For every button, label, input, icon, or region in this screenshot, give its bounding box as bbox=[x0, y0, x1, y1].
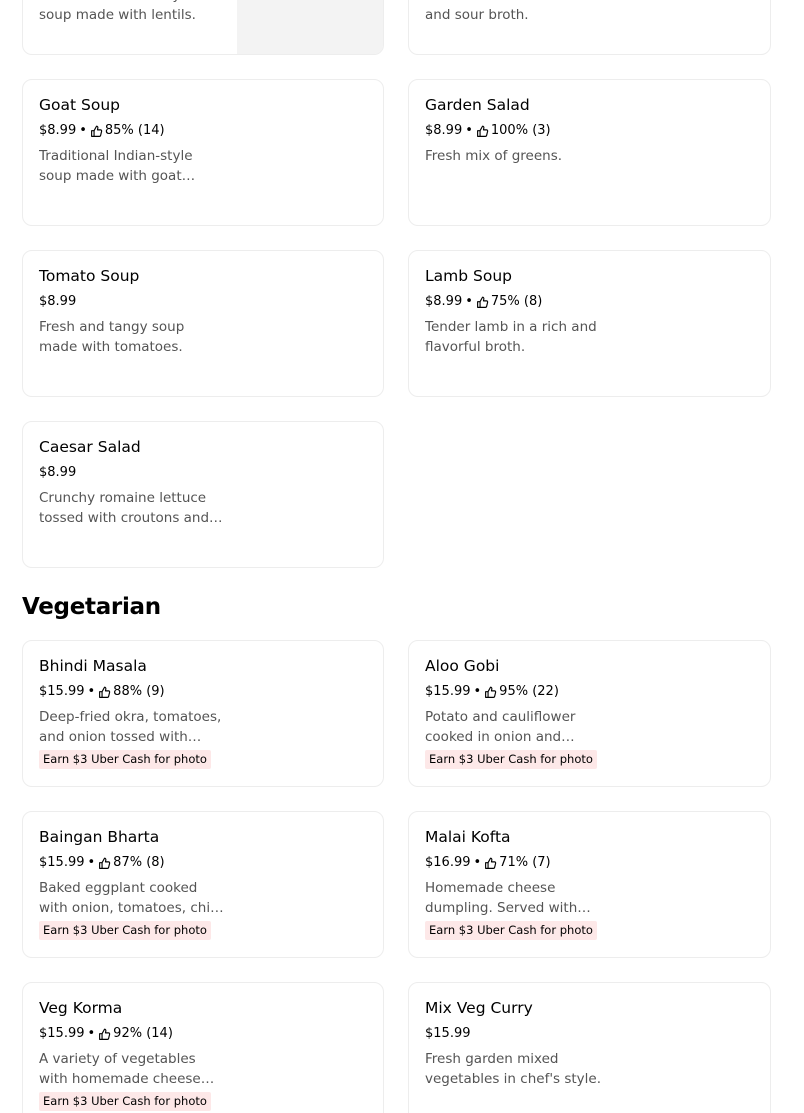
menu-item-card[interactable]: Mix Veg Curry $15.99 Fresh garden mixed … bbox=[408, 982, 771, 1113]
separator: • bbox=[87, 855, 96, 870]
item-description: Fresh mix of greens. bbox=[425, 148, 563, 164]
item-rating: 100% (3) bbox=[490, 123, 551, 138]
separator: • bbox=[79, 123, 87, 138]
thumbs-up-icon bbox=[90, 125, 103, 138]
item-rating: 75% (8) bbox=[490, 294, 543, 309]
item-price: $15.99 bbox=[39, 1026, 85, 1041]
item-name: Goat Soup bbox=[39, 96, 120, 114]
item-meta: $8.99 • 75% (8) bbox=[425, 293, 542, 311]
item-rating: 95% (22) bbox=[499, 684, 559, 699]
item-name: Veg Korma bbox=[39, 999, 123, 1017]
thumbs-up-icon bbox=[484, 857, 497, 870]
item-description: A variety of vegetables with homemade ch… bbox=[39, 1051, 201, 1087]
separator: • bbox=[87, 684, 96, 699]
menu-item-card[interactable]: Aloo Gobi $15.99 • 95% (22) Potato and c… bbox=[408, 640, 771, 787]
item-price: $8.99 bbox=[425, 123, 463, 138]
item-rating: 88% (9) bbox=[113, 684, 165, 699]
item-price: $15.99 bbox=[39, 684, 85, 699]
separator: • bbox=[473, 684, 482, 699]
item-meta: $15.99 bbox=[425, 1025, 471, 1043]
item-name: Bhindi Masala bbox=[39, 657, 147, 675]
item-price: $8.99 bbox=[39, 294, 77, 309]
item-price: $15.99 bbox=[39, 855, 85, 870]
promo-badge[interactable]: Earn $3 Uber Cash for photo bbox=[425, 750, 597, 769]
item-meta: $8.99 bbox=[39, 464, 76, 482]
item-description: Tender lamb in a rich and flavorful brot… bbox=[425, 319, 597, 355]
promo-badge[interactable]: Earn $3 Uber Cash for photo bbox=[39, 750, 211, 769]
item-description: Fresh and tangy soup made with tomatoes. bbox=[39, 319, 185, 355]
item-description: Tender chicken in a sweet and sour broth… bbox=[425, 0, 599, 23]
item-description: Fresh garden mixed vegetables in chef's … bbox=[425, 1051, 602, 1087]
item-price: $8.99 bbox=[39, 123, 77, 138]
item-description: Potato and cauliflower cooked in onion a… bbox=[425, 709, 576, 745]
thumbs-up-icon bbox=[476, 125, 489, 138]
thumbs-up-icon bbox=[484, 686, 497, 699]
item-description: Deep-fried okra, tomatoes, and onion tos… bbox=[39, 709, 222, 745]
item-meta: $8.99 • 100% (3) bbox=[425, 122, 551, 140]
item-price: $8.99 bbox=[425, 294, 463, 309]
menu-item-card[interactable]: Bhindi Masala $15.99 • 88% (9) Deep-frie… bbox=[22, 640, 384, 787]
item-meta: $16.99 • 71% (7) bbox=[425, 854, 551, 872]
item-meta: $8.99 bbox=[39, 293, 76, 311]
item-description: Homemade cheese dumpling. Served with cr… bbox=[425, 880, 578, 916]
item-meta: $15.99 • 92% (14) bbox=[39, 1025, 173, 1043]
thumbs-up-icon bbox=[98, 686, 111, 699]
item-meta: $15.99 • 95% (22) bbox=[425, 683, 559, 701]
section-title: Vegetarian bbox=[22, 594, 161, 620]
item-price: $15.99 bbox=[425, 684, 471, 699]
item-description: Traditional Indian-style soup made with … bbox=[39, 0, 196, 23]
item-name: Lamb Soup bbox=[425, 267, 512, 285]
item-name: Mix Veg Curry bbox=[425, 999, 533, 1017]
promo-badge[interactable]: Earn $3 Uber Cash for photo bbox=[425, 921, 597, 940]
item-meta: $15.99 • 87% (8) bbox=[39, 854, 165, 872]
menu-item-card[interactable]: Caesar Salad $8.99 Crunchy romaine lettu… bbox=[22, 421, 384, 568]
menu-item-card[interactable]: Tomato Soup $8.99 Fresh and tangy soup m… bbox=[22, 250, 384, 397]
item-rating: 87% (8) bbox=[113, 855, 165, 870]
item-rating: 71% (7) bbox=[499, 855, 551, 870]
item-description: Baked eggplant cooked with onion, tomato… bbox=[39, 880, 222, 916]
item-name: Garden Salad bbox=[425, 96, 530, 114]
item-name: Caesar Salad bbox=[39, 438, 141, 456]
menu-item-card[interactable]: Baingan Bharta $15.99 • 87% (8) Baked eg… bbox=[22, 811, 384, 958]
separator: • bbox=[87, 1026, 96, 1041]
item-price: $15.99 bbox=[425, 1026, 471, 1041]
thumbs-up-icon bbox=[98, 857, 111, 870]
item-meta: $8.99 • 85% (14) bbox=[39, 122, 165, 140]
item-name: Aloo Gobi bbox=[425, 657, 500, 675]
menu-item-card[interactable]: Goat Soup $8.99 • 85% (14) Traditional I… bbox=[22, 79, 384, 226]
menu-item-card[interactable]: Garden Salad $8.99 • 100% (3) Fresh mix … bbox=[408, 79, 771, 226]
separator: • bbox=[473, 855, 482, 870]
item-name: Baingan Bharta bbox=[39, 828, 160, 846]
item-description: Crunchy romaine lettuce tossed with crou… bbox=[39, 490, 210, 526]
item-rating: 85% (14) bbox=[104, 123, 165, 138]
separator: • bbox=[465, 294, 473, 309]
item-price: $16.99 bbox=[425, 855, 471, 870]
promo-badge[interactable]: Earn $3 Uber Cash for photo bbox=[39, 921, 211, 940]
promo-badge[interactable]: Earn $3 Uber Cash for photo bbox=[39, 1092, 211, 1111]
item-price: $8.99 bbox=[39, 465, 77, 480]
thumbs-up-icon bbox=[98, 1028, 111, 1041]
item-rating: 92% (14) bbox=[113, 1026, 173, 1041]
item-image bbox=[237, 0, 383, 54]
menu-item-card[interactable]: Malai Kofta $16.99 • 71% (7) Homemade ch… bbox=[408, 811, 771, 958]
menu-item-card[interactable]: Veg Korma $15.99 • 92% (14) A variety of… bbox=[22, 982, 384, 1113]
item-name: Malai Kofta bbox=[425, 828, 511, 846]
menu-item-card[interactable]: Tender chicken in a sweet and sour broth… bbox=[408, 0, 771, 55]
thumbs-up-icon bbox=[476, 296, 489, 309]
menu-item-card[interactable]: Traditional Indian-style soup made with … bbox=[22, 0, 384, 55]
menu-item-card[interactable]: Lamb Soup $8.99 • 75% (8) Tender lamb in… bbox=[408, 250, 771, 397]
item-description: Traditional Indian-style soup made with … bbox=[39, 148, 193, 184]
item-meta: $15.99 • 88% (9) bbox=[39, 683, 165, 701]
separator: • bbox=[465, 123, 473, 138]
item-name: Tomato Soup bbox=[39, 267, 140, 285]
